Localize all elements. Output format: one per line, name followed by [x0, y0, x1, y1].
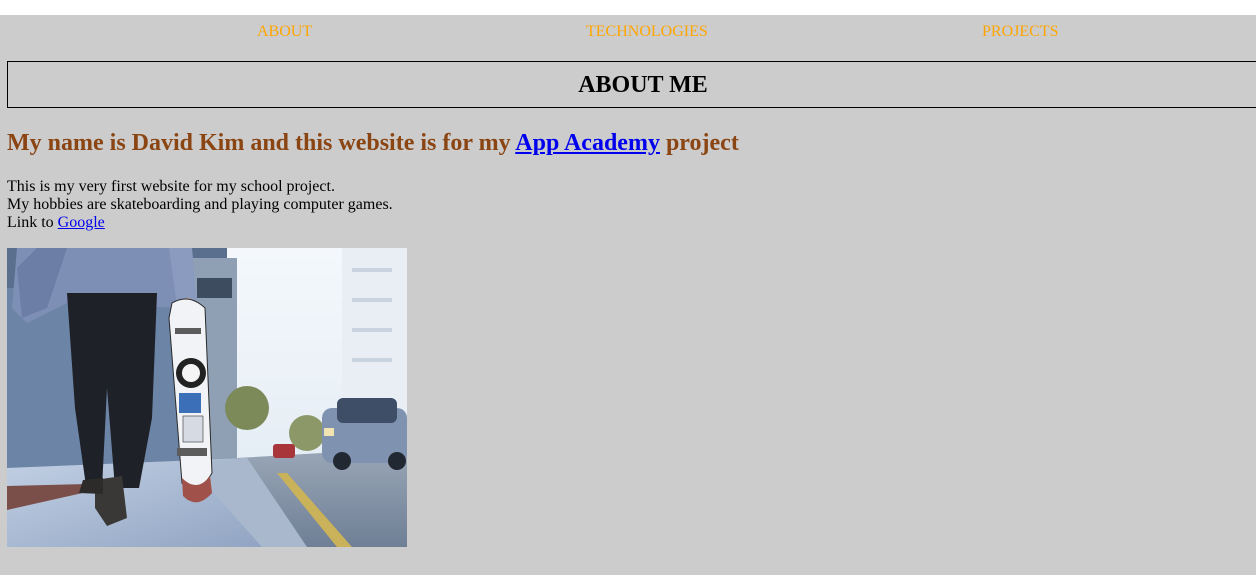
bio-line-hobbies: My hobbies are skateboarding and playing…	[7, 196, 393, 213]
nav-link-about[interactable]: ABOUT	[257, 23, 312, 41]
nav-link-projects[interactable]: PROJECTS	[982, 23, 1058, 41]
bio-line-link: Link to Google	[7, 214, 393, 232]
top-nav: ABOUT TECHNOLOGIES PROJECTS	[0, 15, 1256, 49]
link-to-label: Link to	[7, 214, 54, 231]
intro-prefix: My name is David Kim and this website is…	[7, 130, 511, 156]
skateboarder-photo-icon	[7, 248, 407, 547]
intro-heading: My name is David Kim and this website is…	[7, 129, 739, 157]
page-title: ABOUT ME	[578, 72, 708, 98]
bio-line-school: This is my very first website for my sch…	[7, 178, 335, 195]
app-academy-link[interactable]: App Academy	[515, 130, 660, 156]
nav-link-technologies[interactable]: TECHNOLOGIES	[586, 23, 708, 41]
page-background: ABOUT TECHNOLOGIES PROJECTS ABOUT ME My …	[0, 15, 1256, 575]
about-header-box: ABOUT ME	[7, 61, 1256, 108]
skateboarder-photo	[7, 248, 407, 547]
bio-text: This is my very first website for my sch…	[7, 178, 393, 232]
intro-suffix: project	[665, 130, 739, 156]
google-link[interactable]: Google	[58, 214, 105, 231]
